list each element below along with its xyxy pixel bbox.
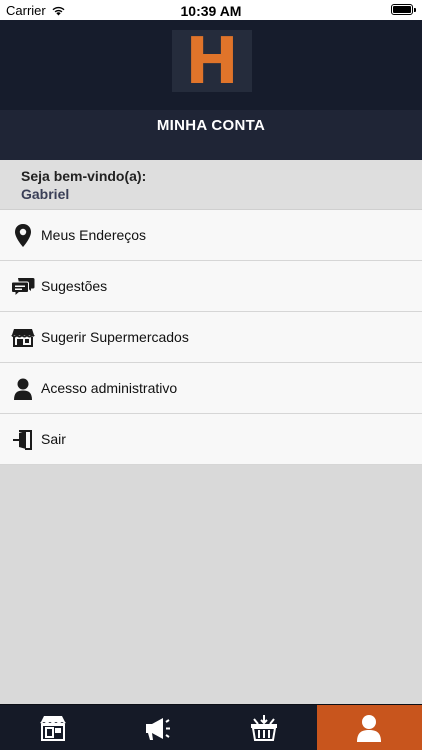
tab-bar xyxy=(0,704,422,750)
app-logo: H xyxy=(172,25,252,99)
basket-icon xyxy=(250,714,277,741)
menu-item-logout[interactable]: Sair xyxy=(0,414,422,465)
menu-item-label: Meus Endereços xyxy=(41,227,147,243)
user-name: Gabriel xyxy=(21,186,70,202)
menu-item-addresses[interactable]: Meus Endereços xyxy=(0,210,422,261)
tab-promotions[interactable] xyxy=(106,705,212,750)
account-menu: Meus Endereços Sugestões Sugerir Superme… xyxy=(0,210,422,465)
clock: 10:39 AM xyxy=(180,3,242,19)
status-bar: Carrier 10:39 AM xyxy=(0,0,422,20)
menu-item-label: Sair xyxy=(41,431,66,447)
tab-account[interactable] xyxy=(316,705,422,750)
menu-item-suggestions[interactable]: Sugestões xyxy=(0,261,422,312)
menu-item-label: Sugerir Supermercados xyxy=(41,329,189,345)
page-title: MINHA CONTA xyxy=(156,117,266,134)
menu-item-label: Sugestões xyxy=(41,278,108,294)
storefront-icon xyxy=(10,325,35,350)
user-icon xyxy=(357,714,382,742)
app-header: H MINHA CONTA xyxy=(0,20,422,160)
store-icon xyxy=(39,715,66,741)
tab-stores[interactable] xyxy=(0,705,106,750)
location-pin-icon xyxy=(10,223,35,248)
menu-item-label: Acesso administrativo xyxy=(41,380,178,396)
tab-basket[interactable] xyxy=(211,705,317,750)
welcome-label: Seja bem-vindo(a): xyxy=(21,168,147,184)
chat-bubbles-icon xyxy=(10,274,35,299)
megaphone-icon xyxy=(146,717,171,740)
welcome-section: Seja bem-vindo(a): Gabriel xyxy=(0,160,422,210)
menu-item-suggest-supermarkets[interactable]: Sugerir Supermercados xyxy=(0,312,422,363)
user-icon xyxy=(10,376,35,401)
exit-icon xyxy=(10,427,35,452)
battery-icon xyxy=(391,4,416,15)
menu-item-admin-access[interactable]: Acesso administrativo xyxy=(0,363,422,414)
logo-letter: H xyxy=(185,25,239,99)
